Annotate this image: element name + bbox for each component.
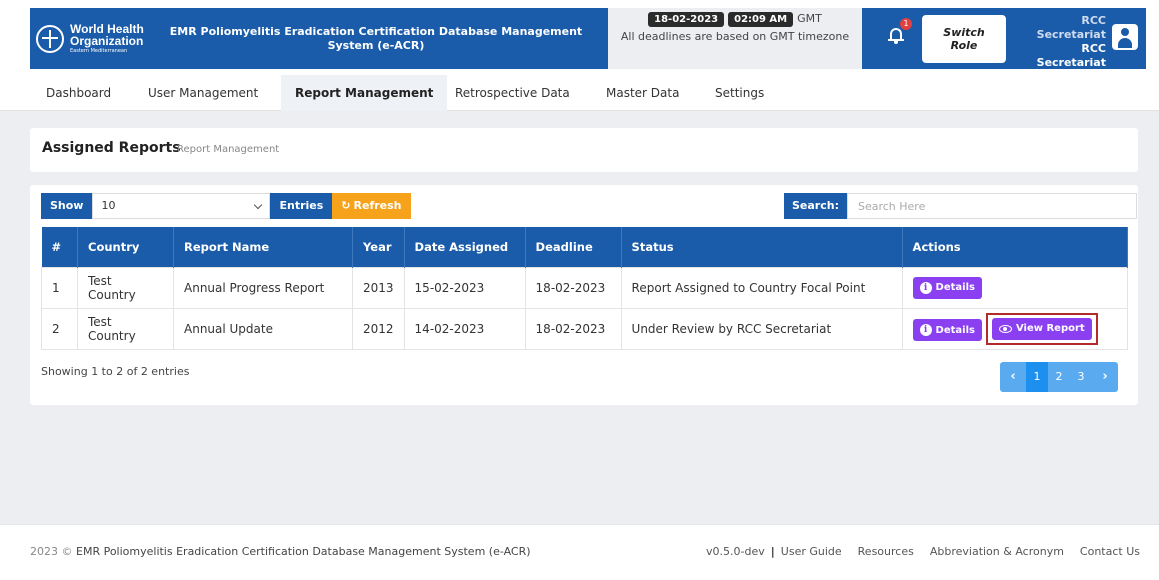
footer-link-resources[interactable]: Resources	[858, 545, 914, 558]
footer-link-user-guide[interactable]: User Guide	[781, 545, 842, 558]
row-year: 2012	[352, 307, 405, 350]
details-label: Details	[935, 324, 975, 336]
refresh-icon: ↻	[341, 199, 351, 212]
page-header-card: Assigned Reports Report Management	[30, 128, 1138, 172]
current-time-badge: 02:09 AM	[728, 12, 794, 27]
nav-report-management[interactable]: Report Management	[281, 75, 448, 111]
deadline-info: 18-02-2023 02:09 AM GMT All deadlines are …	[608, 8, 862, 69]
current-date-badge: 18-02-2023	[648, 12, 725, 27]
refresh-label: Refresh	[353, 199, 402, 212]
user-name: RCC Secretariat	[1036, 42, 1106, 69]
entries-label: Entries	[270, 193, 333, 219]
page-size-value: 10	[101, 199, 116, 212]
top-header: World Health Organization Eastern Medite…	[0, 0, 1159, 73]
row-actions: i Details	[901, 266, 1129, 309]
search-input[interactable]	[846, 193, 1137, 219]
pagination: ‹ 1 2 3 ›	[1000, 362, 1118, 392]
row-date-assigned: 15-02-2023	[403, 266, 526, 309]
main-nav: Dashboard User Management Report Managem…	[0, 73, 1159, 111]
refresh-button[interactable]: ↻ Refresh	[332, 193, 411, 219]
user-block: 1 Switch Role RCC Secretariat RCC Secret…	[862, 8, 1146, 69]
footer-separator: |	[770, 545, 775, 558]
details-button[interactable]: i Details	[912, 319, 982, 341]
row-deadline: 18-02-2023	[524, 307, 622, 350]
who-logo[interactable]: World Health Organization Eastern Medite…	[30, 8, 156, 69]
column-header[interactable]: Date Assigned	[404, 227, 526, 267]
row-number: 2	[41, 307, 78, 350]
column-header[interactable]: #	[41, 227, 78, 267]
page-button-3[interactable]: 3	[1070, 362, 1092, 392]
row-date-assigned: 14-02-2023	[403, 307, 526, 350]
table-tools: Show 10 Entries ↻ Refresh	[41, 193, 411, 219]
timezone-label: GMT	[797, 12, 822, 25]
chevron-down-icon	[254, 200, 263, 210]
row-number: 1	[41, 266, 78, 309]
column-header[interactable]: Year	[352, 227, 405, 267]
prev-page-button[interactable]: ‹	[1000, 362, 1026, 392]
row-year: 2013	[352, 266, 405, 309]
user-avatar-icon[interactable]	[1112, 24, 1138, 50]
nav-settings[interactable]: Settings	[701, 75, 778, 111]
nav-dashboard[interactable]: Dashboard	[32, 75, 125, 111]
details-label: Details	[935, 282, 975, 293]
column-header[interactable]: Report Name	[173, 227, 353, 267]
row-deadline: 18-02-2023	[524, 266, 622, 309]
row-status: Under Review by RCC Secretariat	[620, 307, 903, 350]
notification-count-badge: 1	[900, 18, 912, 30]
table-row: 1 Test Country Annual Progress Report 20…	[41, 266, 1129, 309]
info-icon: i	[919, 281, 932, 294]
user-role-title: RCC Secretariat	[1036, 14, 1106, 41]
org-region: Eastern Mediterranean	[70, 48, 128, 54]
row-country: Test Country	[77, 266, 174, 309]
deadline-note: All deadlines are based on GMT timezone	[620, 30, 850, 43]
footer: 2023 © EMR Poliomyelitis Eradication Cer…	[0, 524, 1159, 580]
view-report-highlight: View Report	[985, 312, 1098, 345]
table-summary: Showing 1 to 2 of 2 entries	[41, 365, 190, 378]
view-report-button[interactable]: View Report	[991, 317, 1092, 340]
switch-role-button[interactable]: Switch Role	[922, 15, 1006, 63]
show-label: Show	[41, 193, 93, 219]
page-button-1[interactable]: 1	[1026, 362, 1048, 392]
table-row: 2 Test Country Annual Update 2012 14-02-…	[41, 307, 1129, 350]
footer-link-abbreviations[interactable]: Abbreviation & Acronym	[930, 545, 1064, 558]
page-title: Assigned Reports	[42, 140, 181, 156]
row-country: Test Country	[77, 307, 174, 350]
nav-master-data[interactable]: Master Data	[592, 75, 693, 111]
details-button[interactable]: i Details	[912, 276, 982, 299]
search-bar: Search:	[784, 193, 1137, 219]
row-report-name: Annual Update	[173, 307, 353, 350]
column-header[interactable]: Country	[77, 227, 174, 267]
reports-table-card: Show 10 Entries ↻Refresh Search: # Count…	[30, 185, 1138, 405]
user-info: RCC Secretariat RCC Secretariat	[1010, 14, 1106, 70]
who-emblem-icon	[36, 24, 64, 53]
column-header[interactable]: Status	[621, 227, 903, 267]
eye-icon	[998, 324, 1012, 333]
page-size-select[interactable]: 10	[92, 193, 271, 219]
search-label: Search:	[784, 193, 847, 219]
info-icon: i	[919, 324, 932, 336]
footer-year: 2023 ©	[30, 545, 73, 558]
view-report-label: View Report	[1015, 323, 1085, 334]
breadcrumb[interactable]: Report Management	[177, 144, 279, 155]
nav-user-management[interactable]: User Management	[134, 75, 272, 111]
nav-retrospective-data[interactable]: Retrospective Data	[441, 75, 584, 111]
footer-copyright: 2023 © EMR Poliomyelitis Eradication Cer…	[30, 545, 531, 558]
row-status: Report Assigned to Country Focal Point	[620, 266, 903, 309]
column-header: Actions	[902, 227, 1129, 267]
footer-link-contact[interactable]: Contact Us	[1080, 545, 1140, 558]
column-header[interactable]: Deadline	[525, 227, 622, 267]
row-report-name: Annual Progress Report	[173, 266, 353, 309]
reports-table: # Country Report Name Year Date Assigned…	[41, 227, 1129, 350]
footer-system-name: EMR Poliomyelitis Eradication Certificat…	[76, 545, 531, 558]
brand-block: World Health Organization Eastern Medite…	[30, 8, 608, 69]
org-name-line2: Organization	[70, 34, 144, 48]
page-button-2[interactable]: 2	[1048, 362, 1070, 392]
next-page-button[interactable]: ›	[1092, 362, 1118, 392]
app-title: EMR Poliomyelitis Eradication Certificat…	[169, 24, 583, 52]
footer-links: v0.5.0-dev | User Guide Resources Abbrev…	[706, 545, 1140, 558]
table-header-row: # Country Report Name Year Date Assigned…	[41, 227, 1129, 267]
footer-version: v0.5.0-dev	[706, 545, 765, 558]
row-actions: i Details View Report	[901, 307, 1129, 350]
